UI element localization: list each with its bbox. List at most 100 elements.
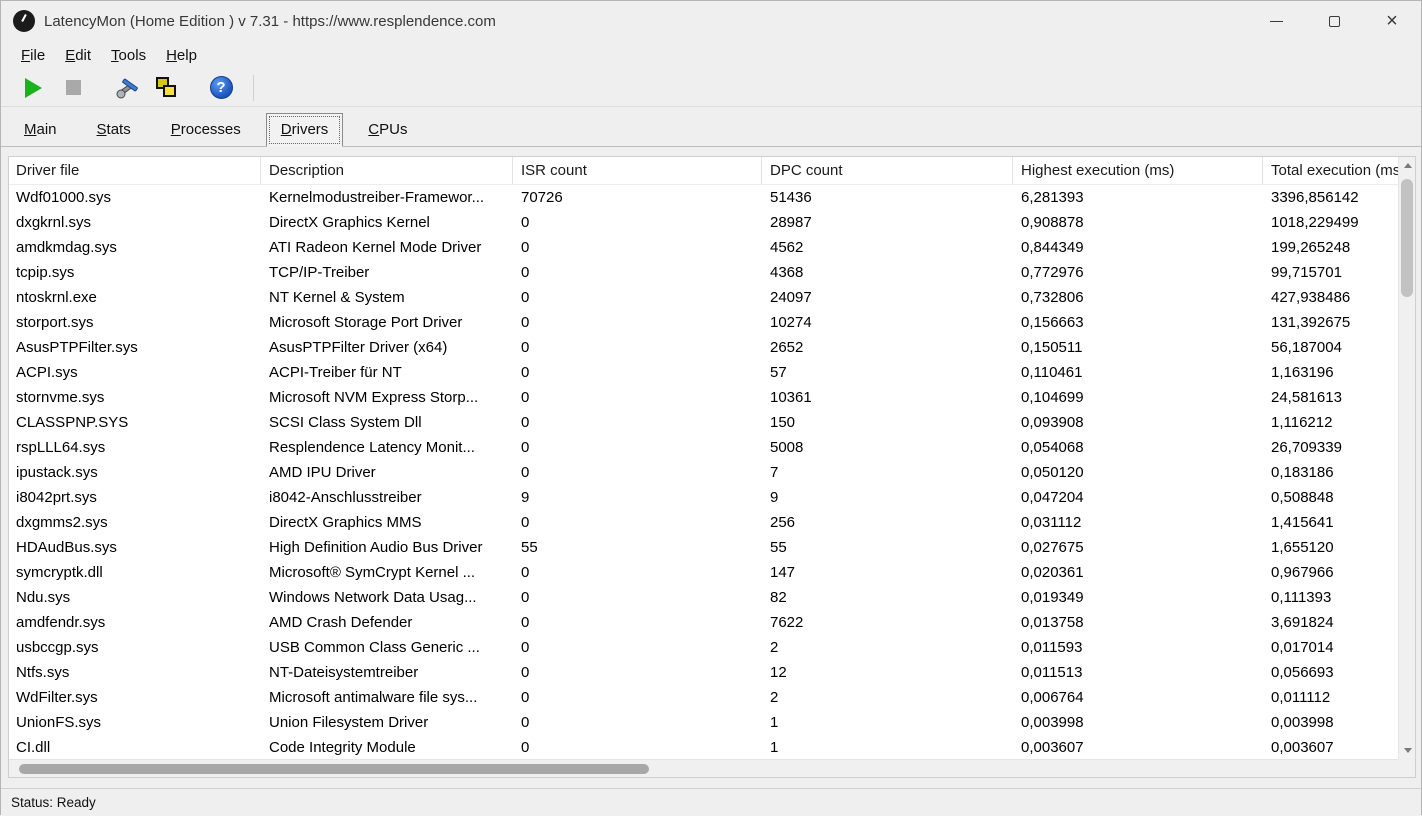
cell-driver-file: tcpip.sys — [16, 264, 75, 281]
table-row[interactable]: ntoskrnl.exe NT Kernel & System 0 24097 … — [9, 285, 1415, 310]
report-button[interactable] — [149, 72, 185, 104]
menu-edit[interactable]: Edit — [55, 44, 101, 67]
column-header-total-execution[interactable]: Total execution (ms) — [1263, 157, 1415, 184]
statusbar: Status: Ready — [1, 788, 1421, 816]
table-row[interactable]: ACPI.sys ACPI-Treiber für NT 0 57 0,1104… — [9, 360, 1415, 385]
cell-isr-count: 0 — [521, 239, 530, 256]
column-header-isr-count[interactable]: ISR count — [513, 157, 762, 184]
column-header-description[interactable]: Description — [261, 157, 513, 184]
options-button[interactable] — [109, 72, 145, 104]
cell-description: Windows Network Data Usag... — [269, 589, 477, 606]
help-icon: ? — [209, 76, 233, 99]
cell-isr-count: 0 — [521, 464, 530, 481]
stop-icon — [65, 80, 81, 95]
play-icon — [24, 77, 42, 98]
column-header-driver-file[interactable]: Driver file — [9, 157, 261, 184]
cell-description: Union Filesystem Driver — [269, 714, 429, 731]
maximize-button[interactable] — [1305, 1, 1363, 41]
cell-driver-file: ipustack.sys — [16, 464, 98, 481]
help-button[interactable]: ? — [203, 72, 239, 104]
table-row[interactable]: Ndu.sys Windows Network Data Usag... 0 8… — [9, 585, 1415, 610]
stop-monitor-button[interactable] — [55, 72, 91, 104]
cell-highest-execution: 0,110461 — [1021, 364, 1083, 381]
cell-driver-file: HDAudBus.sys — [16, 539, 117, 556]
scroll-down-icon[interactable] — [1399, 742, 1415, 759]
table-header: Driver file Description ISR count DPC co… — [9, 157, 1415, 185]
table-row[interactable]: CLASSPNP.SYS SCSI Class System Dll 0 150… — [9, 410, 1415, 435]
menu-file[interactable]: File — [11, 44, 55, 67]
cell-isr-count: 0 — [521, 689, 530, 706]
cell-dpc-count: 2 — [770, 689, 779, 706]
table-row[interactable]: dxgmms2.sys DirectX Graphics MMS 0 256 0… — [9, 510, 1415, 535]
cell-total-execution: 99,715701 — [1271, 264, 1342, 281]
table-row[interactable]: i8042prt.sys i8042-Anschlusstreiber 9 9 … — [9, 485, 1415, 510]
tab-drivers[interactable]: Drivers — [265, 113, 344, 147]
horizontal-scroll-thumb[interactable] — [19, 764, 649, 774]
column-header-dpc-count[interactable]: DPC count — [762, 157, 1013, 184]
table-row[interactable]: AsusPTPFilter.sys AsusPTPFilter Driver (… — [9, 335, 1415, 360]
status-text: Status: Ready — [11, 795, 96, 810]
tab-cpus[interactable]: CPUs — [353, 113, 422, 147]
table-row[interactable]: ipustack.sys AMD IPU Driver 0 7 0,050120… — [9, 460, 1415, 485]
table-row[interactable]: stornvme.sys Microsoft NVM Express Storp… — [9, 385, 1415, 410]
column-header-highest-execution[interactable]: Highest execution (ms) — [1013, 157, 1263, 184]
cell-dpc-count: 256 — [770, 514, 796, 531]
cell-driver-file: Wdf01000.sys — [16, 189, 112, 206]
cell-driver-file: rspLLL64.sys — [16, 439, 106, 456]
table-row[interactable]: amdkmdag.sys ATI Radeon Kernel Mode Driv… — [9, 235, 1415, 260]
tools-icon — [116, 78, 138, 98]
cell-description: Microsoft Storage Port Driver — [269, 314, 463, 331]
table-row[interactable]: rspLLL64.sys Resplendence Latency Monit.… — [9, 435, 1415, 460]
table-row[interactable]: CI.dll Code Integrity Module 0 1 0,00360… — [9, 735, 1415, 760]
table-row[interactable]: amdfendr.sys AMD Crash Defender 0 7622 0… — [9, 610, 1415, 635]
vertical-scrollbar[interactable] — [1398, 157, 1415, 759]
cell-total-execution: 0,056693 — [1271, 664, 1334, 681]
cell-driver-file: CI.dll — [16, 739, 51, 756]
table-row[interactable]: Ntfs.sys NT-Dateisystemtreiber 0 12 0,01… — [9, 660, 1415, 685]
cell-description: NT-Dateisystemtreiber — [269, 664, 419, 681]
tab-processes[interactable]: Processes — [156, 113, 256, 147]
cell-dpc-count: 7 — [770, 464, 779, 481]
start-monitor-button[interactable] — [15, 72, 51, 104]
cell-description: ATI Radeon Kernel Mode Driver — [269, 239, 482, 256]
tabstrip: Main Stats Processes Drivers CPUs — [1, 107, 1421, 147]
cell-description: Microsoft NVM Express Storp... — [269, 389, 479, 406]
table-row[interactable]: storport.sys Microsoft Storage Port Driv… — [9, 310, 1415, 335]
menu-help[interactable]: Help — [156, 44, 207, 67]
horizontal-scrollbar[interactable] — [9, 759, 1415, 777]
table-row[interactable]: Wdf01000.sys Kernelmodustreiber-Framewor… — [9, 185, 1415, 210]
table-row[interactable]: dxgkrnl.sys DirectX Graphics Kernel 0 28… — [9, 210, 1415, 235]
menu-tools[interactable]: Tools — [101, 44, 156, 67]
table-row[interactable]: symcryptk.dll Microsoft® SymCrypt Kernel… — [9, 560, 1415, 585]
minimize-button[interactable] — [1247, 1, 1305, 41]
table-row[interactable]: tcpip.sys TCP/IP-Treiber 0 4368 0,772976… — [9, 260, 1415, 285]
cell-isr-count: 0 — [521, 364, 530, 381]
cell-dpc-count: 1 — [770, 739, 779, 756]
table-row[interactable]: HDAudBus.sys High Definition Audio Bus D… — [9, 535, 1415, 560]
cell-description: DirectX Graphics Kernel — [269, 214, 430, 231]
vertical-scroll-thumb[interactable] — [1401, 179, 1413, 297]
cell-highest-execution: 0,020361 — [1021, 564, 1084, 581]
cell-highest-execution: 0,003998 — [1021, 714, 1084, 731]
cell-description: USB Common Class Generic ... — [269, 639, 480, 656]
cell-driver-file: ntoskrnl.exe — [16, 289, 97, 306]
table-row[interactable]: UnionFS.sys Union Filesystem Driver 0 1 … — [9, 710, 1415, 735]
cell-total-execution: 0,003998 — [1271, 714, 1334, 731]
cell-description: DirectX Graphics MMS — [269, 514, 422, 531]
scroll-up-icon[interactable] — [1399, 157, 1415, 174]
cell-total-execution: 3396,856142 — [1271, 189, 1359, 206]
cell-highest-execution: 0,156663 — [1021, 314, 1084, 331]
cell-total-execution: 1,415641 — [1271, 514, 1334, 531]
close-button[interactable]: × — [1363, 1, 1421, 41]
cell-highest-execution: 0,908878 — [1021, 214, 1084, 231]
cell-isr-count: 0 — [521, 389, 530, 406]
minimize-icon — [1269, 20, 1283, 22]
cell-description: AsusPTPFilter Driver (x64) — [269, 339, 448, 356]
table-row[interactable]: WdFilter.sys Microsoft antimalware file … — [9, 685, 1415, 710]
tab-stats[interactable]: Stats — [82, 113, 146, 147]
tab-main[interactable]: Main — [9, 113, 72, 147]
table-row[interactable]: usbccgp.sys USB Common Class Generic ...… — [9, 635, 1415, 660]
titlebar: LatencyMon (Home Edition ) v 7.31 - http… — [1, 1, 1421, 41]
cell-total-execution: 0,508848 — [1271, 489, 1334, 506]
cell-description: ACPI-Treiber für NT — [269, 364, 402, 381]
